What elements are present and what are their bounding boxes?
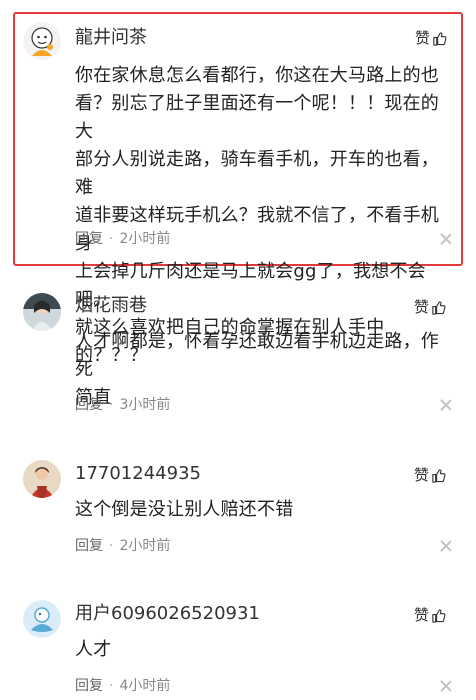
separator-dot: ·	[109, 538, 114, 554]
thumbs-up-icon	[432, 468, 446, 483]
comment-text-line: 看？别忘了肚子里面还有一个呢！！！现在的大	[75, 93, 439, 142]
comment-item: 17701244935 赞 这个倒是没让别人赔还不错 回复 · 2小时前	[0, 450, 476, 560]
comment-text: 这个倒是没让别人赔还不错	[75, 496, 455, 524]
thumbs-up-icon	[432, 300, 446, 315]
reply-button[interactable]: 回复	[75, 397, 103, 413]
comment-text: 人才	[75, 636, 455, 664]
comment-username[interactable]: 龍井问茶	[75, 27, 147, 49]
default-avatar-icon[interactable]	[23, 600, 61, 638]
reply-button[interactable]: 回复	[75, 678, 103, 694]
like-label: 赞	[414, 298, 430, 316]
comment-username[interactable]: 17701244935	[75, 463, 201, 485]
like-label: 赞	[414, 606, 430, 624]
comment-item: 烟花雨巷 赞 人才啊都是，怀着孕还敢边看手机边走路，作死 简直 回复 · 3小时前	[0, 282, 476, 422]
comment-meta: 回复 · 2小时前	[75, 536, 170, 556]
close-icon[interactable]	[440, 540, 452, 552]
reply-button[interactable]: 回复	[75, 231, 103, 247]
photo-avatar-icon[interactable]	[23, 293, 61, 331]
like-button[interactable]: 赞	[414, 465, 446, 485]
comment-text-line: 你在家休息怎么看都行，你这在大马路上的也	[75, 65, 439, 86]
like-button[interactable]: 赞	[414, 605, 446, 625]
cartoon-avatar-icon[interactable]	[23, 22, 61, 60]
comment-meta: 回复 · 3小时前	[75, 395, 170, 415]
close-icon[interactable]	[440, 399, 452, 411]
comment-time: 3小时前	[119, 397, 171, 413]
comment-text-line: 这个倒是没让别人赔还不错	[75, 499, 294, 520]
like-label: 赞	[414, 466, 430, 484]
comment-meta: 回复 · 4小时前	[75, 676, 170, 696]
comment-meta: 回复 · 2小时前	[75, 229, 170, 249]
close-icon[interactable]	[440, 680, 452, 692]
comment-text-line: 人才啊都是，怀着孕还敢边看手机边走路，作死	[75, 331, 439, 380]
separator-dot: ·	[109, 397, 114, 413]
thumbs-up-icon	[432, 608, 446, 623]
separator-dot: ·	[109, 231, 114, 247]
photo-avatar-icon[interactable]	[23, 460, 61, 498]
close-icon[interactable]	[440, 233, 452, 245]
comment-text-line: 部分人别说走路，骑车看手机，开车的也看，难	[75, 149, 439, 198]
comment-time: 2小时前	[119, 538, 171, 554]
comment-time: 2小时前	[119, 231, 171, 247]
like-button[interactable]: 赞	[414, 297, 446, 317]
comment-username[interactable]: 用户6096026520931	[75, 603, 260, 625]
comment-text-line: 人才	[75, 639, 112, 660]
separator-dot: ·	[109, 678, 114, 694]
comment-time: 4小时前	[119, 678, 171, 694]
thumbs-up-icon	[433, 31, 447, 46]
like-button[interactable]: 赞	[415, 28, 447, 48]
comment-item: 用户6096026520931 赞 人才 回复 · 4小时前	[0, 590, 476, 700]
reply-button[interactable]: 回复	[75, 538, 103, 554]
comment-username[interactable]: 烟花雨巷	[75, 295, 147, 317]
comment-item-highlighted: 龍井问茶 赞 你在家休息怎么看都行，你这在大马路上的也 看？别忘了肚子里面还有一…	[13, 12, 463, 366]
like-label: 赞	[415, 29, 431, 47]
